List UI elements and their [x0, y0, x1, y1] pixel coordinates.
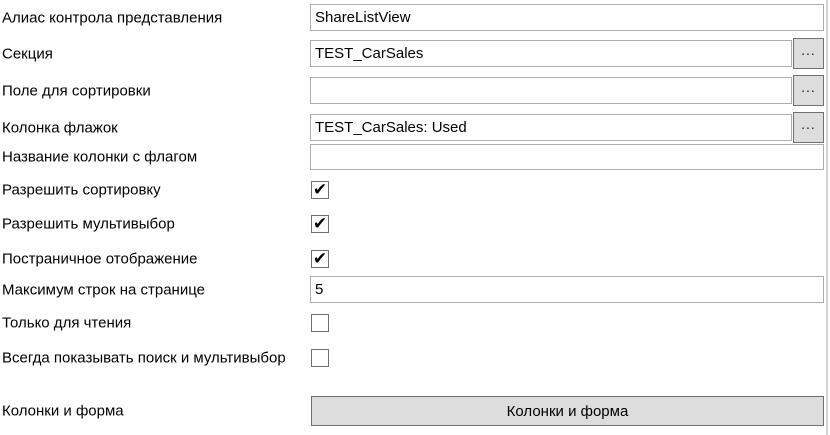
flag-column-title-label: Название колонки с флагом — [2, 149, 197, 166]
columns-and-form-label: Колонки и форма — [2, 403, 124, 420]
check-icon: ✔ — [313, 181, 327, 198]
row-alias: Алиас контрола представления — [0, 4, 830, 31]
row-allow-sorting: Разрешить сортировку ✔ — [0, 181, 830, 199]
max-rows-input[interactable] — [310, 276, 824, 303]
sort-field-browse-button[interactable]: ... — [793, 75, 824, 106]
allow-multiselect-checkbox[interactable]: ✔ — [311, 215, 329, 233]
columns-and-form-button[interactable]: Колонки и форма — [311, 396, 824, 426]
row-allow-multiselect: Разрешить мультивыбор ✔ — [0, 215, 830, 233]
row-always-show-search: Всегда показывать поиск и мультивыбор — [0, 349, 830, 367]
readonly-checkbox[interactable] — [311, 314, 329, 332]
alias-label: Алиас контрола представления — [2, 9, 222, 26]
paging-label: Постраничное отображение — [2, 251, 198, 268]
max-rows-label: Максимум строк на странице — [2, 281, 205, 298]
flag-column-browse-button[interactable]: ... — [793, 112, 824, 143]
right-separator-line — [826, 0, 828, 435]
always-show-search-checkbox[interactable] — [311, 349, 329, 367]
check-icon: ✔ — [313, 250, 327, 267]
paging-checkbox[interactable]: ✔ — [311, 250, 329, 268]
row-max-rows: Максимум строк на странице — [0, 276, 830, 303]
ellipsis-icon: ... — [801, 116, 816, 132]
row-paging: Постраничное отображение ✔ — [0, 250, 830, 268]
row-flag-column-title: Название колонки с флагом — [0, 144, 830, 170]
properties-form: Алиас контрола представления Секция ... … — [0, 0, 830, 435]
alias-input[interactable] — [310, 4, 824, 31]
check-icon: ✔ — [313, 215, 327, 232]
sort-field-label: Поле для сортировки — [2, 82, 151, 99]
row-section: Секция ... — [0, 40, 830, 67]
ellipsis-icon: ... — [801, 79, 816, 95]
always-show-search-label: Всегда показывать поиск и мультивыбор — [2, 350, 286, 367]
allow-multiselect-label: Разрешить мультивыбор — [2, 216, 175, 233]
ellipsis-icon: ... — [801, 42, 816, 58]
flag-column-input[interactable] — [310, 114, 792, 141]
row-columns-and-form: Колонки и форма Колонки и форма — [0, 396, 830, 426]
section-input[interactable] — [310, 40, 792, 67]
row-readonly: Только для чтения — [0, 314, 830, 332]
readonly-label: Только для чтения — [2, 315, 131, 332]
row-flag-column: Колонка флажок ... — [0, 114, 830, 141]
flag-column-title-input[interactable] — [310, 144, 824, 170]
sort-field-input[interactable] — [310, 77, 792, 104]
allow-sorting-label: Разрешить сортировку — [2, 182, 161, 199]
flag-column-label: Колонка флажок — [2, 119, 118, 136]
section-browse-button[interactable]: ... — [793, 38, 824, 69]
section-label: Секция — [2, 45, 53, 62]
row-sort-field: Поле для сортировки ... — [0, 77, 830, 104]
allow-sorting-checkbox[interactable]: ✔ — [311, 181, 329, 199]
